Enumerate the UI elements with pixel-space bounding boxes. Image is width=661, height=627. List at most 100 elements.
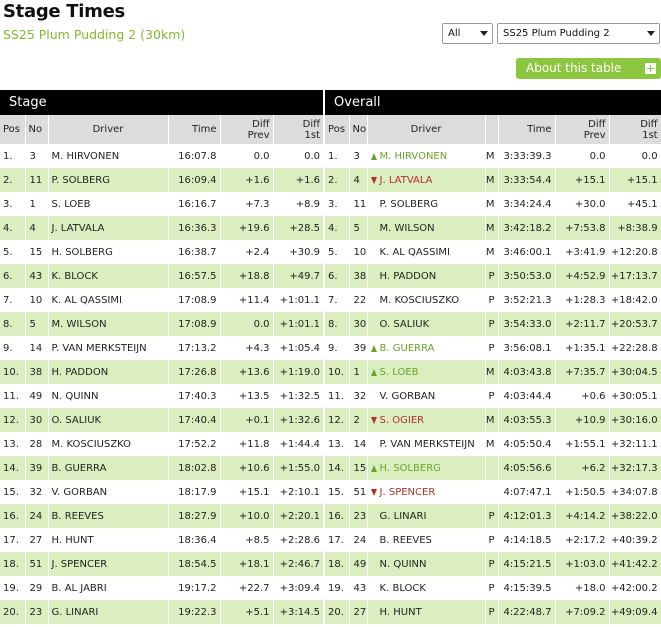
- overall-driver: P. VAN MERKSTEIJN: [379, 438, 475, 450]
- overall-class: M: [485, 432, 499, 456]
- overall-time: 3:50:53.0: [498, 264, 556, 288]
- overall-pos: 10.: [323, 360, 350, 384]
- stage-pos: 7.: [0, 288, 26, 312]
- stage-driver: M. WILSON: [48, 312, 169, 336]
- table-row: 13. 28 M. KOSCIUSZKO 17:52.2 +11.8 +1:44.4 13.…: [0, 432, 661, 456]
- overall-no: 1: [349, 360, 368, 384]
- stage-diff-prev: +5.1: [220, 600, 274, 624]
- overall-no: 11: [349, 192, 368, 216]
- overall-driver-cell: P. SOLBERG: [367, 192, 486, 216]
- col-overall-diff-1st: Diff 1st: [609, 115, 661, 144]
- arrow-down-icon: [370, 416, 377, 424]
- col-overall-time: Time: [498, 115, 556, 144]
- overall-driver: M. WILSON: [379, 222, 435, 234]
- stage-time: 17:13.2: [168, 336, 221, 360]
- table-row: 10. 38 H. PADDON 17:26.8 +13.6 +1:19.0 10. 1 S. …: [0, 360, 661, 384]
- table-row: 16. 24 B. REEVES 18:27.9 +10.0 +2:20.1 16. 23 G.…: [0, 504, 661, 528]
- overall-diff-prev: +2:11.7: [555, 312, 610, 336]
- stage-diff-1st: +3:14.5: [273, 600, 325, 624]
- overall-diff-1st: +30:16.0: [609, 408, 661, 432]
- overall-class: [485, 480, 499, 504]
- stage-diff-prev: +15.1: [220, 480, 274, 504]
- overall-no: 14: [349, 432, 368, 456]
- stage-time: 16:38.7: [168, 240, 221, 264]
- overall-no: 24: [349, 528, 368, 552]
- overall-driver: J. LATVALA: [379, 174, 433, 186]
- col-no: No: [25, 115, 49, 144]
- overall-diff-1st: +32:11.1: [609, 432, 661, 456]
- stage-diff-1st: +1:32.5: [273, 384, 325, 408]
- stage-driver: J. LATVALA: [48, 216, 169, 240]
- stage-driver: P. VAN MERKSTEIJN: [48, 336, 169, 360]
- overall-driver: H. SOLBERG: [379, 462, 441, 474]
- stage-diff-1st: +28.5: [273, 216, 325, 240]
- overall-time: 4:07:47.1: [498, 480, 556, 504]
- overall-pos: 12.: [323, 408, 350, 432]
- about-button-label: About this table: [526, 61, 622, 75]
- overall-driver: K. BLOCK: [379, 582, 426, 594]
- overall-driver: P. SOLBERG: [379, 198, 439, 210]
- overall-no: 32: [349, 384, 368, 408]
- overall-class: M: [485, 408, 499, 432]
- stage-pos: 15.: [0, 480, 26, 504]
- stage-driver: N. QUINN: [48, 384, 169, 408]
- stage-pos: 14.: [0, 456, 26, 480]
- stage-pos: 8.: [0, 312, 26, 336]
- stage-pos: 2.: [0, 168, 26, 192]
- stage-diff-prev: +13.5: [220, 384, 274, 408]
- overall-diff-1st: +34:07.8: [609, 480, 661, 504]
- arrow-down-icon: [370, 488, 377, 496]
- stage-no: 39: [25, 456, 49, 480]
- overall-diff-1st: +20:53.7: [609, 312, 661, 336]
- overall-pos: 2.: [323, 168, 350, 192]
- stage-diff-1st: +1:05.4: [273, 336, 325, 360]
- stage-diff-1st: +1:55.0: [273, 456, 325, 480]
- overall-diff-1st: +15.1: [609, 168, 661, 192]
- overall-driver: O. SALIUK: [379, 318, 430, 330]
- overall-diff-1st: +8:38.9: [609, 216, 661, 240]
- overall-no: 27: [349, 600, 368, 624]
- stage-select[interactable]: SS25 Plum Pudding 2: [497, 23, 660, 44]
- overall-pos: 6.: [323, 264, 350, 288]
- overall-time: 4:15:39.5: [498, 576, 556, 600]
- overall-time: 4:15:21.5: [498, 552, 556, 576]
- overall-driver-cell: K. AL QASSIMI: [367, 240, 486, 264]
- overall-driver: V. GORBAN: [379, 390, 436, 402]
- stage-no: 27: [25, 528, 49, 552]
- stage-diff-1st: +49.7: [273, 264, 325, 288]
- stage-driver: V. GORBAN: [48, 480, 169, 504]
- stage-time: 19:17.2: [168, 576, 221, 600]
- overall-class: P: [485, 264, 499, 288]
- about-this-table-button[interactable]: About this table: [516, 58, 661, 79]
- stage-diff-1st: +1:32.6: [273, 408, 325, 432]
- results-table: Stage Overall Pos No Driver Time Diff Pre…: [0, 90, 661, 624]
- stage-diff-prev: +10.0: [220, 504, 274, 528]
- overall-diff-1st: +38:22.0: [609, 504, 661, 528]
- stage-time: 18:27.9: [168, 504, 221, 528]
- stage-driver: P. SOLBERG: [48, 168, 169, 192]
- overall-driver-cell: O. SALIUK: [367, 312, 486, 336]
- stage-diff-1st: +1.6: [273, 168, 325, 192]
- table-row: 2. 11 P. SOLBERG 16:09.4 +1.6 +1.6 2. 4 J. LATVA…: [0, 168, 661, 192]
- stage-diff-prev: 0.0: [220, 312, 274, 336]
- overall-class: P: [485, 504, 499, 528]
- stage-pos: 12.: [0, 408, 26, 432]
- overall-driver: B. REEVES: [379, 534, 432, 546]
- overall-pos: 5.: [323, 240, 350, 264]
- overall-diff-1st: +32:17.3: [609, 456, 661, 480]
- stage-pos: 3.: [0, 192, 26, 216]
- stage-pos: 18.: [0, 552, 26, 576]
- table-row: 12. 30 O. SALIUK 17:40.4 +0.1 +1:32.6 12. 2 S. O…: [0, 408, 661, 432]
- col-diff-1st: Diff 1st: [273, 115, 325, 144]
- overall-class: M: [485, 144, 499, 168]
- col-overall-diff-prev: Diff Prev: [555, 115, 610, 144]
- col-diff-prev: Diff Prev: [220, 115, 274, 144]
- stage-diff-1st: +8.9: [273, 192, 325, 216]
- overall-no: 23: [349, 504, 368, 528]
- stage-time: 17:40.4: [168, 408, 221, 432]
- stage-pos: 9.: [0, 336, 26, 360]
- chevron-down-icon: [480, 31, 488, 36]
- stage-driver: B. AL JABRI: [48, 576, 169, 600]
- category-select[interactable]: All: [442, 23, 493, 44]
- table-row: 18. 51 J. SPENCER 18:54.5 +18.1 +2:46.7 18. 49 N…: [0, 552, 661, 576]
